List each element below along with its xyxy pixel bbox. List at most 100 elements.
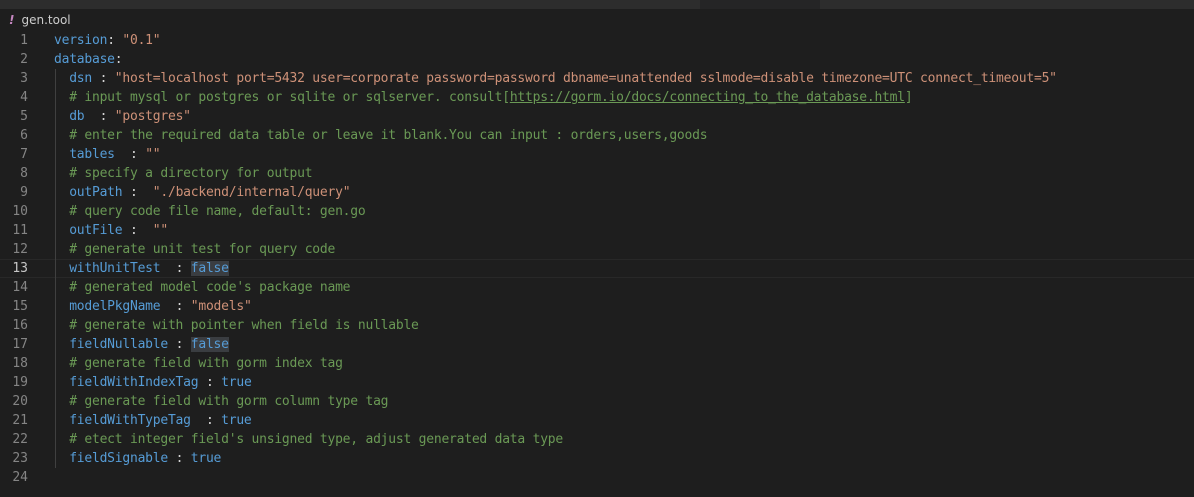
line-number: 14	[12, 280, 28, 295]
key-token: outFile	[69, 223, 123, 238]
code-line[interactable]: 10 # query code file name, default: gen.…	[0, 202, 1194, 221]
line-content[interactable]: withUnitTest : false	[54, 259, 229, 278]
line-content[interactable]: outFile : ""	[54, 221, 168, 240]
tab-bar	[0, 0, 1194, 9]
key-token: fieldSignable	[69, 451, 168, 466]
string-token: "postgres"	[114, 109, 191, 124]
code-line[interactable]: 9 outPath : "./backend/internal/query"	[0, 183, 1194, 202]
code-line[interactable]: 7 tables : ""	[0, 145, 1194, 164]
line-content[interactable]: # input mysql or postgres or sqlite or s…	[54, 88, 912, 107]
line-content[interactable]: # etect integer field's unsigned type, a…	[54, 430, 563, 449]
tab-bar-background	[0, 0, 701, 9]
line-number: 4	[20, 90, 28, 105]
line-content[interactable]: fieldSignable : true	[54, 449, 221, 468]
line-content[interactable]: # generate unit test for query code	[54, 240, 335, 259]
line-number: 10	[12, 204, 28, 219]
line-content[interactable]: # specify a directory for output	[54, 164, 312, 183]
line-number: 17	[12, 337, 28, 352]
punctuation-token: :	[92, 71, 115, 86]
string-token: "0.1"	[122, 33, 161, 48]
string-token: "./backend/internal/query"	[152, 185, 351, 200]
code-line[interactable]: 15 modelPkgName : "models"	[0, 297, 1194, 316]
punctuation-token: :	[160, 261, 191, 276]
code-line[interactable]: 18 # generate field with gorm index tag	[0, 354, 1194, 373]
punctuation-token: :	[167, 337, 191, 352]
code-line[interactable]: 11 outFile : ""	[0, 221, 1194, 240]
line-content[interactable]: fieldWithIndexTag : true	[54, 373, 252, 392]
comment-token: # generate field with gorm column type t…	[69, 394, 389, 409]
key-token: db	[69, 109, 85, 124]
line-content[interactable]: version: "0.1"	[54, 31, 161, 50]
line-number: 18	[12, 356, 28, 371]
key-token: version	[54, 33, 108, 48]
line-number: 22	[12, 432, 28, 447]
line-number: 19	[12, 375, 28, 390]
punctuation-token: :	[114, 52, 123, 67]
string-token: "models"	[190, 299, 252, 314]
code-line[interactable]: 2 database:	[0, 50, 1194, 69]
comment-token: # generated model code's package name	[69, 280, 351, 295]
line-content[interactable]: # generate field with gorm column type t…	[54, 392, 388, 411]
code-line[interactable]: 1 version: "0.1"	[0, 31, 1194, 50]
punctuation-token: :	[167, 451, 191, 466]
breadcrumb[interactable]: ! gen.tool	[0, 9, 1194, 31]
line-number: 23	[12, 451, 28, 466]
code-line[interactable]: 20 # generate field with gorm column typ…	[0, 392, 1194, 411]
line-number: 7	[20, 147, 28, 162]
code-area[interactable]: 1 version: "0.1" 2 database: 3 dsn : "host=l…	[0, 31, 1194, 487]
boolean-token: true	[221, 375, 252, 390]
line-number: 16	[12, 318, 28, 333]
line-content[interactable]: modelPkgName : "models"	[54, 297, 252, 316]
code-line[interactable]: 22 # etect integer field's unsigned type…	[0, 430, 1194, 449]
punctuation-token: :	[122, 185, 153, 200]
line-number: 24	[12, 470, 28, 485]
line-number: 11	[12, 223, 28, 238]
code-line[interactable]: 21 fieldWithTypeTag : true	[0, 411, 1194, 430]
code-line[interactable]: 19 fieldWithIndexTag : true	[0, 373, 1194, 392]
code-line[interactable]: 16 # generate with pointer when field is…	[0, 316, 1194, 335]
code-line[interactable]: 8 # specify a directory for output	[0, 164, 1194, 183]
code-line[interactable]: 5 db : "postgres"	[0, 107, 1194, 126]
line-number: 1	[20, 33, 28, 48]
boolean-token: false	[190, 261, 229, 276]
line-content[interactable]: dsn : "host=localhost port=5432 user=cor…	[54, 69, 1057, 88]
code-line[interactable]: 24	[0, 468, 1194, 487]
key-token: fieldWithIndexTag	[69, 375, 199, 390]
url-link[interactable]: https://gorm.io/docs/connecting_to_the_d…	[510, 90, 905, 105]
key-token: tables	[69, 147, 115, 162]
key-token: database	[54, 52, 115, 67]
line-content[interactable]: database:	[54, 50, 123, 69]
line-content[interactable]: # generated model code's package name	[54, 278, 350, 297]
line-content[interactable]: fieldWithTypeTag : true	[54, 411, 252, 430]
comment-token: # enter the required data table or leave…	[69, 128, 708, 143]
code-line[interactable]: 12 # generate unit test for query code	[0, 240, 1194, 259]
line-content[interactable]: outPath : "./backend/internal/query"	[54, 183, 350, 202]
line-number: 13	[12, 261, 28, 276]
punctuation-token: :	[114, 147, 146, 162]
line-content[interactable]: # generate with pointer when field is nu…	[54, 316, 419, 335]
line-content[interactable]: fieldNullable : false	[54, 335, 229, 354]
breadcrumb-file-name[interactable]: gen.tool	[21, 13, 70, 27]
line-content[interactable]: tables : ""	[54, 145, 160, 164]
line-content[interactable]: # generate field with gorm index tag	[54, 354, 343, 373]
code-line[interactable]: 23 fieldSignable : true	[0, 449, 1194, 468]
code-line[interactable]: 13 withUnitTest : false	[0, 259, 1194, 278]
line-number: 9	[20, 185, 28, 200]
line-content[interactable]: db : "postgres"	[54, 107, 191, 126]
code-line[interactable]: 17 fieldNullable : false	[0, 335, 1194, 354]
comment-token: # query code file name, default: gen.go	[69, 204, 366, 219]
code-line[interactable]: 6 # enter the required data table or lea…	[0, 126, 1194, 145]
line-number: 3	[20, 71, 28, 86]
key-token: dsn	[69, 71, 92, 86]
code-line[interactable]: 14 # generated model code's package name	[0, 278, 1194, 297]
key-token: withUnitTest	[69, 261, 161, 276]
boolean-token: true	[221, 413, 252, 428]
line-content[interactable]: # query code file name, default: gen.go	[54, 202, 366, 221]
comment-token: # generate field with gorm index tag	[69, 356, 343, 371]
code-line[interactable]: 3 dsn : "host=localhost port=5432 user=c…	[0, 69, 1194, 88]
code-editor[interactable]: ! gen.tool 1 version: "0.1" 2 database: 3 ds…	[0, 0, 1194, 497]
line-number: 21	[12, 413, 28, 428]
comment-token: # specify a directory for output	[69, 166, 313, 181]
line-content[interactable]: # enter the required data table or leave…	[54, 126, 707, 145]
code-line[interactable]: 4 # input mysql or postgres or sqlite or…	[0, 88, 1194, 107]
